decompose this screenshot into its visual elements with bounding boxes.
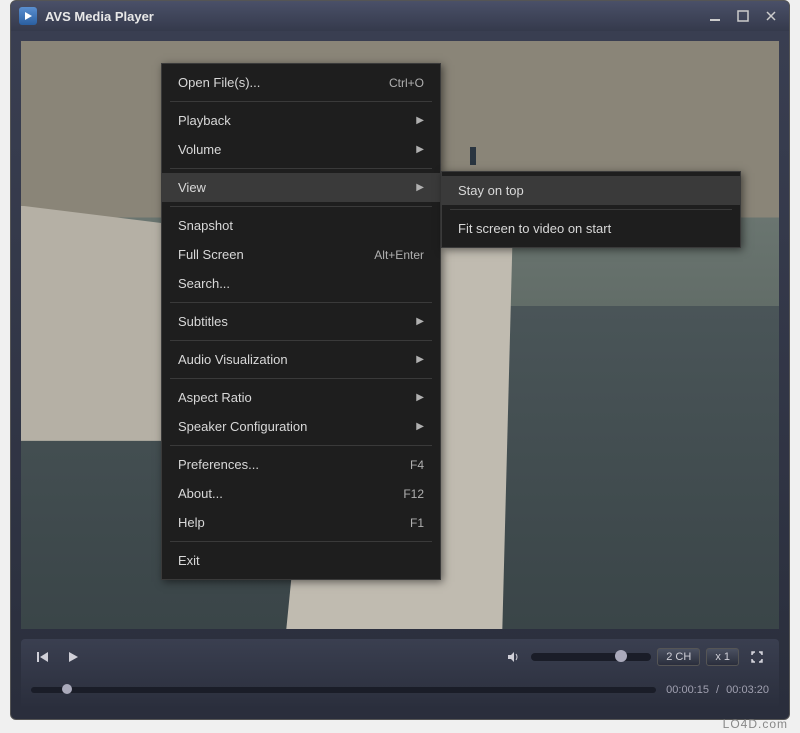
progress-slider[interactable] (31, 687, 656, 693)
menu-separator (170, 541, 432, 542)
menu-open-file[interactable]: Open File(s)... Ctrl+O (162, 68, 440, 97)
chevron-right-icon: ▶ (416, 421, 424, 432)
menu-preferences[interactable]: Preferences... F4 (162, 450, 440, 479)
previous-button[interactable] (31, 645, 55, 669)
menu-help[interactable]: Help F1 (162, 508, 440, 537)
menu-speaker-config[interactable]: Speaker Configuration ▶ (162, 412, 440, 441)
menu-separator (170, 168, 432, 169)
volume-thumb[interactable] (615, 650, 627, 662)
maximize-button[interactable] (733, 7, 753, 25)
menu-playback[interactable]: Playback ▶ (162, 106, 440, 135)
menu-subtitles[interactable]: Subtitles ▶ (162, 307, 440, 336)
play-button[interactable] (61, 645, 85, 669)
menu-audio-visualization[interactable]: Audio Visualization ▶ (162, 345, 440, 374)
view-submenu: Stay on top Fit screen to video on start (441, 171, 741, 248)
close-button[interactable] (761, 7, 781, 25)
chevron-right-icon: ▶ (416, 115, 424, 126)
time-display: 00:00:15 / 00:03:20 (666, 684, 769, 696)
window-title: AVS Media Player (45, 9, 705, 24)
chevron-right-icon: ▶ (416, 354, 424, 365)
progress-thumb[interactable] (62, 684, 72, 694)
speed-indicator[interactable]: x 1 (706, 648, 739, 666)
menu-volume[interactable]: Volume ▶ (162, 135, 440, 164)
menu-separator (170, 302, 432, 303)
menu-separator (170, 340, 432, 341)
time-current: 00:00:15 (666, 684, 709, 696)
time-separator: / (716, 684, 719, 696)
menu-snapshot[interactable]: Snapshot (162, 211, 440, 240)
chevron-right-icon: ▶ (416, 144, 424, 155)
menu-separator (170, 445, 432, 446)
menu-search[interactable]: Search... (162, 269, 440, 298)
app-logo-icon (19, 7, 37, 25)
submenu-stay-on-top[interactable]: Stay on top (442, 176, 740, 205)
submenu-fit-screen[interactable]: Fit screen to video on start (442, 214, 740, 243)
chevron-right-icon: ▶ (416, 316, 424, 327)
menu-view[interactable]: View ▶ (162, 173, 440, 202)
menu-about[interactable]: About... F12 (162, 479, 440, 508)
menu-fullscreen[interactable]: Full Screen Alt+Enter (162, 240, 440, 269)
time-total: 00:03:20 (726, 684, 769, 696)
menu-separator (170, 378, 432, 379)
fullscreen-button[interactable] (745, 645, 769, 669)
app-window: AVS Media Player (10, 0, 790, 720)
volume-icon[interactable] (501, 645, 525, 669)
chevron-right-icon: ▶ (416, 182, 424, 193)
menu-separator (170, 101, 432, 102)
minimize-button[interactable] (705, 7, 725, 25)
titlebar[interactable]: AVS Media Player (11, 1, 789, 31)
playback-controls: 2 CH x 1 00:00:15 / 00:03:20 (21, 639, 779, 709)
menu-aspect-ratio[interactable]: Aspect Ratio ▶ (162, 383, 440, 412)
menu-exit[interactable]: Exit (162, 546, 440, 575)
channel-indicator[interactable]: 2 CH (657, 648, 700, 666)
menu-separator (170, 206, 432, 207)
watermark: LO4D.com (723, 717, 788, 731)
menu-separator (450, 209, 732, 210)
chevron-right-icon: ▶ (416, 392, 424, 403)
context-menu: Open File(s)... Ctrl+O Playback ▶ Volume… (161, 63, 441, 580)
volume-slider[interactable] (531, 653, 651, 661)
